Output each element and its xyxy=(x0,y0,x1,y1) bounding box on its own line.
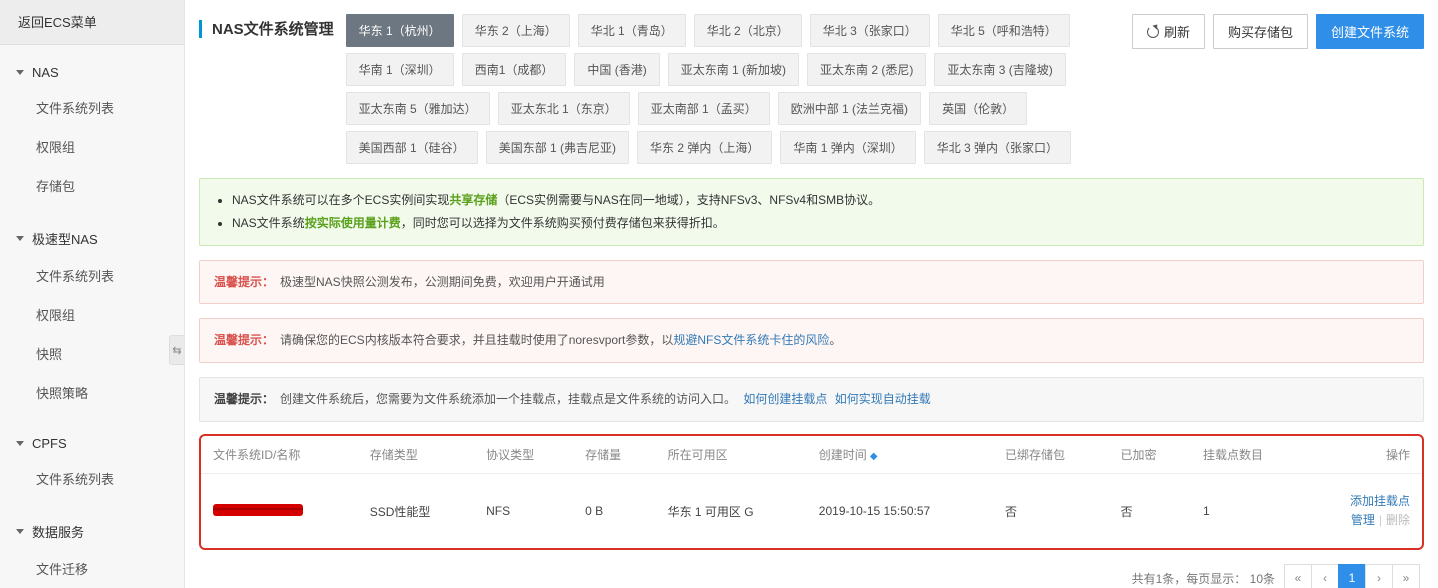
region-option[interactable]: 亚太东南 5（雅加达） xyxy=(346,92,490,125)
action-manage[interactable]: 管理 xyxy=(1351,513,1375,527)
refresh-icon xyxy=(1147,26,1159,38)
cell-mount-count: 1 xyxy=(1191,473,1306,548)
notice-info-mount: 温馨提示：创建文件系统后，您需要为文件系统添加一个挂载点，挂载点是文件系统的访问… xyxy=(199,377,1424,422)
action-delete: 删除 xyxy=(1386,513,1410,527)
region-option[interactable]: 华北 3（张家口） xyxy=(810,14,930,47)
region-option[interactable]: 美国西部 1（硅谷） xyxy=(346,131,478,164)
cell-storage-type: SSD性能型 xyxy=(358,473,474,548)
sidebar-item-ex-permission[interactable]: 权限组 xyxy=(0,295,184,334)
redacted-id xyxy=(213,504,303,516)
sidebar-group-extreme[interactable]: 极速型NAS xyxy=(0,221,184,256)
region-option[interactable]: 华东 2（上海） xyxy=(462,14,570,47)
region-option[interactable]: 西南1（成都） xyxy=(462,53,567,86)
refresh-button[interactable]: 刷新 xyxy=(1132,14,1205,49)
region-option[interactable]: 亚太南部 1（孟买） xyxy=(638,92,770,125)
main-content: NAS文件系统管理 华东 1（杭州） 华东 2（上海） 华北 1（青岛） 华北 … xyxy=(185,0,1438,588)
link-nfs-risk[interactable]: 规避NFS文件系统卡住的风险 xyxy=(673,333,829,347)
fs-table: 文件系统ID/名称 存储类型 协议类型 存储量 所在可用区 创建时间◆ 已绑存储… xyxy=(201,436,1422,548)
cell-id[interactable] xyxy=(201,473,358,548)
sidebar-item-cpfs-list[interactable]: 文件系统列表 xyxy=(0,459,184,498)
region-active[interactable]: 华东 1（杭州） xyxy=(346,14,454,47)
table-row: SSD性能型 NFS 0 B 华东 1 可用区 G 2019-10-15 15:… xyxy=(201,473,1422,548)
region-option[interactable]: 华南 1 弹内（深圳） xyxy=(780,131,915,164)
notice-feature: NAS文件系统可以在多个ECS实例间实现共享存储（ECS实例需要与NAS在同一地… xyxy=(199,178,1424,246)
region-option[interactable]: 亚太东南 2 (悉尼) xyxy=(807,53,926,86)
region-option[interactable]: 华北 3 弹内（张家口） xyxy=(924,131,1071,164)
th-storage-type: 存储类型 xyxy=(358,436,474,474)
page-title: NAS文件系统管理 xyxy=(212,18,334,39)
sidebar-item-migration[interactable]: 文件迁移 xyxy=(0,549,184,588)
pager-last[interactable]: » xyxy=(1392,564,1420,588)
th-id: 文件系统ID/名称 xyxy=(201,436,358,474)
th-created[interactable]: 创建时间◆ xyxy=(807,436,993,474)
pager-first[interactable]: « xyxy=(1284,564,1312,588)
cell-zone: 华东 1 可用区 G xyxy=(656,473,807,548)
chevron-down-icon xyxy=(16,70,24,75)
region-selector: 华东 1（杭州） 华东 2（上海） 华北 1（青岛） 华北 2（北京） 华北 3… xyxy=(346,12,1120,164)
sidebar-item-fslist[interactable]: 文件系统列表 xyxy=(0,88,184,127)
sidebar-item-snapshot-policy[interactable]: 快照策略 xyxy=(0,373,184,412)
pager-prev[interactable]: ‹ xyxy=(1311,564,1339,588)
buy-storage-button[interactable]: 购买存储包 xyxy=(1213,14,1308,49)
chevron-down-icon xyxy=(16,441,24,446)
region-option[interactable]: 华北 1（青岛） xyxy=(578,14,686,47)
cell-protocol: NFS xyxy=(474,473,573,548)
sidebar: 返回ECS菜单 NAS 文件系统列表 权限组 存储包 极速型NAS 文件系统列表… xyxy=(0,0,185,588)
title-accent xyxy=(199,20,202,38)
sidebar-item-permission[interactable]: 权限组 xyxy=(0,127,184,166)
region-option[interactable]: 亚太东南 3 (吉隆坡) xyxy=(934,53,1065,86)
notice-warn-kernel: 温馨提示：请确保您的ECS内核版本符合要求，并且挂载时使用了noresvport… xyxy=(199,318,1424,363)
sidebar-group-dataservice[interactable]: 数据服务 xyxy=(0,514,184,549)
region-option[interactable]: 美国东部 1 (弗吉尼亚) xyxy=(486,131,629,164)
sidebar-item-snapshot[interactable]: 快照 xyxy=(0,334,184,373)
th-capacity: 存储量 xyxy=(573,436,655,474)
cell-actions: 添加挂载点 管理|删除 xyxy=(1306,473,1422,548)
region-option[interactable]: 华北 2（北京） xyxy=(694,14,802,47)
th-bound-pkg: 已绑存储包 xyxy=(993,436,1108,474)
cell-bound-pkg: 否 xyxy=(993,473,1108,548)
sidebar-group-nas[interactable]: NAS xyxy=(0,57,184,88)
th-protocol: 协议类型 xyxy=(474,436,573,474)
pagination: 共有1条，每页显示： 10条 « ‹ 1 › » xyxy=(199,550,1424,588)
pager-next[interactable]: › xyxy=(1365,564,1393,588)
sidebar-group-cpfs[interactable]: CPFS xyxy=(0,428,184,459)
th-mount-count: 挂载点数目 xyxy=(1191,436,1306,474)
th-actions: 操作 xyxy=(1306,436,1422,474)
pager-summary: 共有1条，每页显示： 10条 xyxy=(1132,570,1275,587)
region-option[interactable]: 亚太东南 1 (新加坡) xyxy=(668,53,799,86)
sidebar-collapse-handle[interactable]: ⇆ xyxy=(169,335,185,365)
region-option[interactable]: 欧洲中部 1 (法兰克福) xyxy=(778,92,921,125)
th-zone: 所在可用区 xyxy=(656,436,807,474)
back-to-ecs[interactable]: 返回ECS菜单 xyxy=(0,0,184,45)
region-option[interactable]: 亚太东北 1（东京） xyxy=(498,92,630,125)
sort-icon: ◆ xyxy=(870,451,878,462)
notice-warn-beta: 温馨提示：极速型NAS快照公测发布，公测期间免费，欢迎用户开通试用 xyxy=(199,260,1424,305)
cell-capacity: 0 B xyxy=(573,473,655,548)
fs-table-highlight: 文件系统ID/名称 存储类型 协议类型 存储量 所在可用区 创建时间◆ 已绑存储… xyxy=(199,434,1424,550)
chevron-down-icon xyxy=(16,236,24,241)
region-option[interactable]: 华北 5（呼和浩特） xyxy=(938,14,1070,47)
region-option[interactable]: 中国 (香港) xyxy=(574,53,659,86)
chevron-down-icon xyxy=(16,529,24,534)
link-auto-mount[interactable]: 如何实现自动挂载 xyxy=(835,392,931,406)
cell-created: 2019-10-15 15:50:57 xyxy=(807,473,993,548)
region-option[interactable]: 英国（伦敦） xyxy=(929,92,1027,125)
create-fs-button[interactable]: 创建文件系统 xyxy=(1316,14,1424,49)
pager-page-1[interactable]: 1 xyxy=(1338,564,1366,588)
region-option[interactable]: 华东 2 弹内（上海） xyxy=(637,131,772,164)
action-add-mount[interactable]: 添加挂载点 xyxy=(1350,494,1410,508)
th-encrypted: 已加密 xyxy=(1108,436,1190,474)
sidebar-item-ex-fslist[interactable]: 文件系统列表 xyxy=(0,256,184,295)
cell-encrypted: 否 xyxy=(1108,473,1190,548)
region-option[interactable]: 华南 1（深圳） xyxy=(346,53,454,86)
sidebar-item-storagepkg[interactable]: 存储包 xyxy=(0,166,184,205)
link-create-mount[interactable]: 如何创建挂载点 xyxy=(743,392,827,406)
